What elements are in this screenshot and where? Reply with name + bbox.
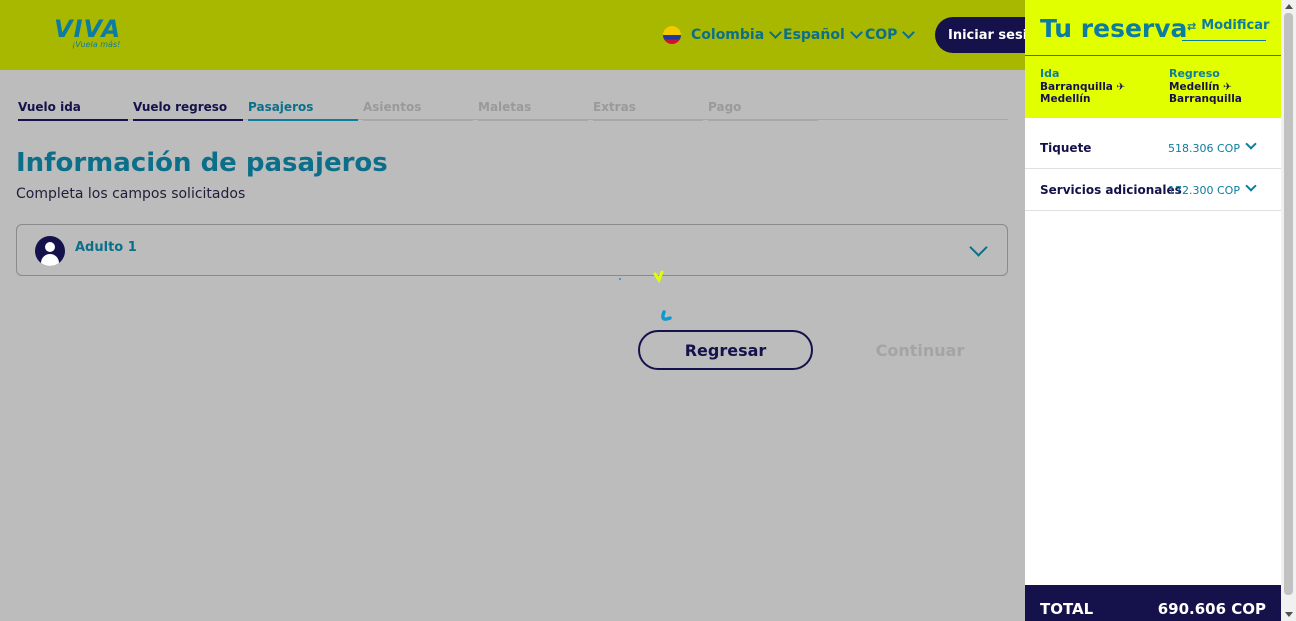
- return-trip: Regreso Medellín ✈ Barranquilla: [1169, 67, 1279, 105]
- step-pasajeros[interactable]: Pasajeros: [248, 100, 358, 121]
- scrollbar-thumb[interactable]: [1284, 13, 1293, 595]
- step-extras: Extras: [593, 100, 703, 121]
- chevron-down-icon[interactable]: [1245, 180, 1257, 192]
- airplane-icon: ✈: [1223, 81, 1232, 93]
- summary-header: Tu reserva ⇄ Modificar Ida Barranquilla …: [1025, 0, 1281, 118]
- total-label: TOTAL: [1040, 600, 1094, 618]
- language-label: Español: [783, 27, 845, 43]
- user-avatar-icon: [35, 236, 65, 266]
- back-button[interactable]: Regresar: [638, 330, 813, 370]
- modify-label: Modificar: [1201, 18, 1270, 33]
- ticket-row[interactable]: Tiquete 518.306 COP: [1025, 127, 1281, 169]
- language-selector[interactable]: Español: [783, 24, 863, 46]
- continue-button[interactable]: Continuar: [840, 330, 1000, 370]
- outbound-label: Ida: [1040, 67, 1060, 80]
- passenger-label: Adulto 1: [75, 240, 137, 255]
- chevron-down-icon: [769, 26, 783, 39]
- summary-title: Tu reserva: [1040, 14, 1188, 43]
- scroll-up-arrow-icon[interactable]: [1285, 4, 1293, 9]
- swap-icon: ⇄: [1187, 20, 1197, 33]
- colombia-flag-icon: [663, 26, 681, 44]
- loading-spinner-icon: [619, 270, 672, 321]
- booking-steps: Vuelo ida Vuelo regreso Pasajeros Asient…: [18, 100, 1008, 122]
- currency-selector[interactable]: COP: [865, 24, 916, 46]
- outbound-route: Barranquilla ✈ Medellín: [1040, 81, 1150, 105]
- chevron-down-icon: [849, 26, 863, 39]
- country-selector[interactable]: Colombia: [663, 24, 783, 46]
- return-label: Regreso: [1169, 67, 1220, 80]
- step-pago: Pago: [708, 100, 818, 121]
- step-label: Extras: [593, 100, 636, 114]
- chevron-down-icon[interactable]: [969, 238, 988, 257]
- step-vuelo-regreso[interactable]: Vuelo regreso: [133, 100, 243, 121]
- logo-tagline: ¡Vuela más!: [72, 40, 121, 49]
- step-vuelo-ida[interactable]: Vuelo ida: [18, 100, 128, 121]
- airplane-icon: ✈: [1116, 81, 1126, 93]
- total-bar: TOTAL 690.606 COP: [1025, 585, 1281, 621]
- scroll-down-arrow-icon[interactable]: [1285, 612, 1293, 617]
- chevron-down-icon: [902, 26, 916, 39]
- page-subtitle: Completa los campos solicitados: [16, 186, 246, 202]
- modify-button[interactable]: ⇄ Modificar: [1182, 18, 1270, 41]
- return-origin: Medellín: [1169, 81, 1220, 93]
- reservation-summary-panel: Tu reserva ⇄ Modificar Ida Barranquilla …: [1025, 0, 1281, 621]
- step-asientos: Asientos: [363, 100, 473, 121]
- step-label: Vuelo regreso: [133, 100, 228, 114]
- extras-price: 172.300 COP: [1168, 184, 1240, 197]
- step-label: Asientos: [363, 100, 422, 114]
- outbound-origin: Barranquilla: [1040, 81, 1113, 93]
- currency-label: COP: [865, 27, 898, 43]
- logo-word: VIVA: [54, 15, 122, 43]
- page-scrollbar[interactable]: [1281, 0, 1296, 621]
- extras-row[interactable]: Servicios adicionales 172.300 COP: [1025, 169, 1281, 211]
- step-label: Maletas: [478, 100, 532, 114]
- divider: [1025, 55, 1281, 56]
- step-label: Vuelo ida: [18, 100, 81, 114]
- return-route: Medellín ✈ Barranquilla: [1169, 81, 1279, 105]
- outbound-trip: Ida Barranquilla ✈ Medellín: [1040, 67, 1150, 105]
- step-label: Pasajeros: [248, 100, 314, 114]
- viva-logo[interactable]: VIVA ¡Vuela más!: [54, 15, 124, 50]
- step-maletas: Maletas: [478, 100, 588, 121]
- country-label: Colombia: [691, 27, 765, 43]
- page-title: Información de pasajeros: [16, 148, 388, 178]
- ticket-price: 518.306 COP: [1168, 142, 1240, 155]
- total-value: 690.606 COP: [1157, 600, 1266, 618]
- extras-label: Servicios adicionales: [1040, 183, 1182, 197]
- passenger-accordion[interactable]: Adulto 1: [16, 224, 1008, 276]
- return-destination: Barranquilla: [1169, 93, 1242, 105]
- step-label: Pago: [708, 100, 742, 114]
- chevron-down-icon[interactable]: [1245, 138, 1257, 150]
- ticket-label: Tiquete: [1040, 141, 1092, 155]
- outbound-destination: Medellín: [1040, 93, 1091, 105]
